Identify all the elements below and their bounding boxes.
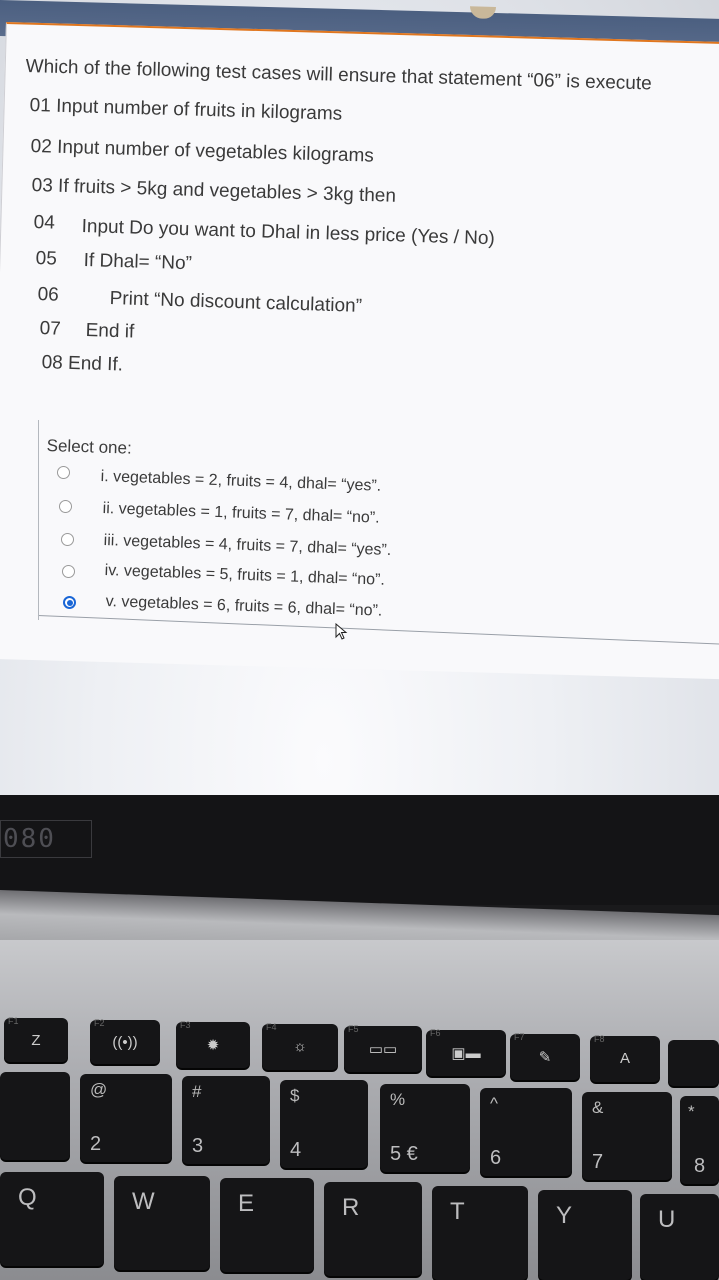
touchpad-icon: ✎ [538,1049,552,1066]
brightness-up-icon: ☼ [293,1038,307,1055]
key-8-bot: 8 [694,1155,706,1177]
wireless-icon: ((•)) [112,1034,138,1051]
mouse-cursor-icon [335,623,348,640]
key-5-top: % [390,1090,406,1109]
radio-option-iv[interactable] [62,565,75,578]
key-t[interactable]: T [432,1186,528,1280]
key-q[interactable]: Q [0,1172,104,1266]
screen: Which of the following test cases will e… [0,0,719,800]
code-line-06-number: 06 [37,284,60,306]
key-5-bot: 5 € [390,1143,418,1165]
key-e[interactable]: E [220,1178,314,1272]
display-switch-icon: ▭▭ [368,1041,398,1058]
key-f4-fn: F4 [266,1022,277,1032]
key-y-label: Y [556,1202,573,1229]
key-f5-fn: F5 [348,1024,359,1034]
key-6[interactable]: ^ 6 [480,1088,572,1176]
key-r[interactable]: R [324,1182,422,1276]
key-2-top: @ [90,1080,108,1099]
key-4[interactable]: $ 4 [280,1080,368,1168]
radio-option-i[interactable] [57,466,70,479]
key-f1[interactable]: F1 Z [4,1016,68,1062]
key-8-top: * [688,1102,695,1121]
key-f2[interactable]: F2 ((•)) [90,1018,160,1064]
key-5[interactable]: % 5 € [380,1084,470,1172]
code-line-04-number: 04 [33,212,56,234]
radio-option-v[interactable] [63,596,76,609]
key-8[interactable]: * 8 [680,1096,719,1184]
code-line-07-number: 07 [39,318,62,340]
key-f1-fn: F1 [8,1016,19,1026]
key-f9[interactable] [668,1040,719,1086]
key-f3[interactable]: F3 ✹ [176,1020,250,1068]
key-f8-label: A [619,1050,630,1067]
code-line-05-number: 05 [35,248,58,270]
key-u-label: U [658,1206,676,1233]
key-f7[interactable]: F7 ✎ [510,1032,580,1080]
radio-option-iii[interactable] [61,533,74,546]
key-2-bot: 2 [90,1133,102,1155]
key-f3-fn: F3 [180,1020,191,1030]
answer-box-border [38,420,39,620]
key-t-label: T [450,1198,465,1225]
code-line-08: 08 End If. [41,352,124,376]
key-6-top: ^ [490,1094,498,1113]
screen-bezel [0,795,719,905]
key-q-label: Q [18,1184,37,1211]
key-f5[interactable]: F5 ▭▭ [344,1024,422,1072]
key-3-top: # [192,1082,202,1101]
key-1[interactable] [0,1072,70,1160]
display-off-icon: ▣▬ [451,1045,481,1062]
key-y[interactable]: Y [538,1190,632,1280]
key-f7-fn: F7 [514,1032,525,1042]
key-4-bot: 4 [290,1139,302,1161]
key-f4[interactable]: F4 ☼ [262,1022,338,1070]
radio-option-ii[interactable] [59,500,72,513]
key-r-label: R [342,1194,360,1221]
key-w-label: W [132,1188,155,1215]
key-7-top: & [592,1098,604,1117]
key-7-bot: 7 [592,1151,604,1173]
key-u[interactable]: U [640,1194,719,1280]
avatar [470,6,496,19]
code-line-05-text: If Dhal= “No” [83,250,193,275]
key-3[interactable]: # 3 [182,1076,270,1164]
key-4-top: $ [290,1086,300,1105]
key-e-label: E [238,1190,255,1217]
key-f6-fn: F6 [430,1028,441,1038]
code-line-07-text: End if [85,320,135,343]
key-f2-fn: F2 [94,1018,105,1028]
brightness-down-icon: ✹ [206,1037,220,1054]
key-f1-label: Z [31,1032,41,1049]
key-w[interactable]: W [114,1176,210,1270]
select-one-label: Select one: [46,436,133,458]
key-f8[interactable]: F8 A [590,1034,660,1082]
key-f6[interactable]: F6 ▣▬ [426,1028,506,1076]
key-2[interactable]: @ 2 [80,1074,172,1162]
key-7[interactable]: & 7 [582,1092,672,1180]
key-f8-fn: F8 [594,1034,605,1044]
key-3-bot: 3 [192,1135,204,1157]
key-6-bot: 6 [490,1147,502,1169]
bezel-brand-label: 080 [0,820,92,858]
